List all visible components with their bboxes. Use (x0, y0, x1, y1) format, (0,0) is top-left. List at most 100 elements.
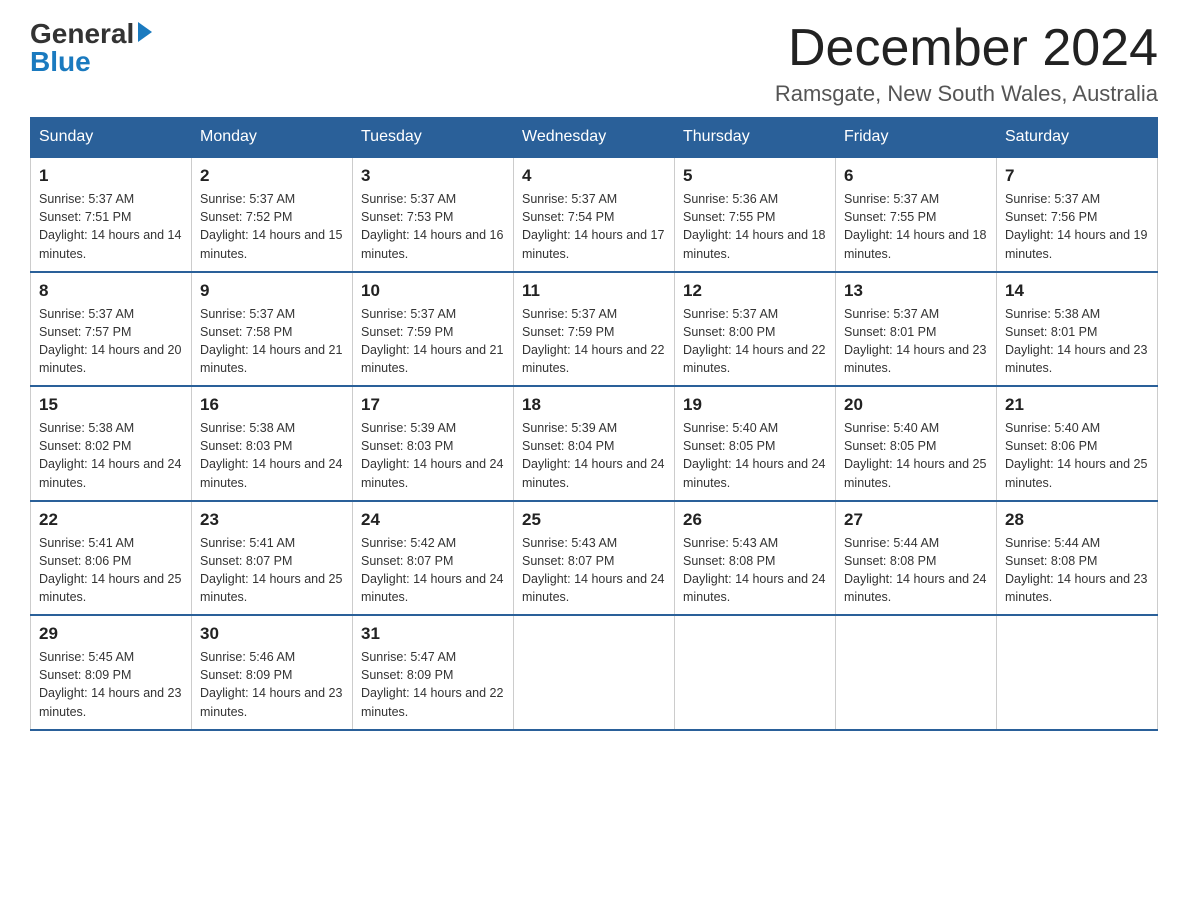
day-number: 8 (39, 281, 183, 301)
day-info: Sunrise: 5:37 AM Sunset: 8:00 PM Dayligh… (683, 305, 827, 378)
calendar: SundayMondayTuesdayWednesdayThursdayFrid… (30, 117, 1158, 731)
day-of-week-header: Sunday (31, 118, 192, 158)
day-number: 11 (522, 281, 666, 301)
logo: General Blue (30, 20, 152, 76)
day-info: Sunrise: 5:43 AM Sunset: 8:08 PM Dayligh… (683, 534, 827, 607)
calendar-header-row: SundayMondayTuesdayWednesdayThursdayFrid… (31, 118, 1158, 158)
calendar-cell: 28 Sunrise: 5:44 AM Sunset: 8:08 PM Dayl… (997, 501, 1158, 616)
day-info: Sunrise: 5:36 AM Sunset: 7:55 PM Dayligh… (683, 190, 827, 263)
calendar-cell: 29 Sunrise: 5:45 AM Sunset: 8:09 PM Dayl… (31, 615, 192, 730)
day-info: Sunrise: 5:37 AM Sunset: 7:57 PM Dayligh… (39, 305, 183, 378)
calendar-week-row: 15 Sunrise: 5:38 AM Sunset: 8:02 PM Dayl… (31, 386, 1158, 501)
calendar-cell: 15 Sunrise: 5:38 AM Sunset: 8:02 PM Dayl… (31, 386, 192, 501)
day-info: Sunrise: 5:42 AM Sunset: 8:07 PM Dayligh… (361, 534, 505, 607)
day-info: Sunrise: 5:44 AM Sunset: 8:08 PM Dayligh… (1005, 534, 1149, 607)
day-number: 26 (683, 510, 827, 530)
day-number: 10 (361, 281, 505, 301)
subtitle: Ramsgate, New South Wales, Australia (775, 81, 1158, 107)
calendar-cell: 10 Sunrise: 5:37 AM Sunset: 7:59 PM Dayl… (353, 272, 514, 387)
calendar-cell (836, 615, 997, 730)
calendar-cell: 16 Sunrise: 5:38 AM Sunset: 8:03 PM Dayl… (192, 386, 353, 501)
calendar-cell: 6 Sunrise: 5:37 AM Sunset: 7:55 PM Dayli… (836, 157, 997, 272)
day-number: 30 (200, 624, 344, 644)
day-info: Sunrise: 5:44 AM Sunset: 8:08 PM Dayligh… (844, 534, 988, 607)
calendar-cell: 17 Sunrise: 5:39 AM Sunset: 8:03 PM Dayl… (353, 386, 514, 501)
day-info: Sunrise: 5:39 AM Sunset: 8:03 PM Dayligh… (361, 419, 505, 492)
day-info: Sunrise: 5:37 AM Sunset: 8:01 PM Dayligh… (844, 305, 988, 378)
day-number: 16 (200, 395, 344, 415)
day-info: Sunrise: 5:47 AM Sunset: 8:09 PM Dayligh… (361, 648, 505, 721)
calendar-cell: 21 Sunrise: 5:40 AM Sunset: 8:06 PM Dayl… (997, 386, 1158, 501)
day-number: 2 (200, 166, 344, 186)
day-number: 4 (522, 166, 666, 186)
calendar-cell: 3 Sunrise: 5:37 AM Sunset: 7:53 PM Dayli… (353, 157, 514, 272)
day-number: 28 (1005, 510, 1149, 530)
title-section: December 2024 Ramsgate, New South Wales,… (775, 20, 1158, 107)
calendar-cell: 4 Sunrise: 5:37 AM Sunset: 7:54 PM Dayli… (514, 157, 675, 272)
day-info: Sunrise: 5:37 AM Sunset: 7:53 PM Dayligh… (361, 190, 505, 263)
day-info: Sunrise: 5:43 AM Sunset: 8:07 PM Dayligh… (522, 534, 666, 607)
day-number: 21 (1005, 395, 1149, 415)
calendar-cell: 24 Sunrise: 5:42 AM Sunset: 8:07 PM Dayl… (353, 501, 514, 616)
day-number: 15 (39, 395, 183, 415)
calendar-cell: 8 Sunrise: 5:37 AM Sunset: 7:57 PM Dayli… (31, 272, 192, 387)
calendar-cell: 5 Sunrise: 5:36 AM Sunset: 7:55 PM Dayli… (675, 157, 836, 272)
day-of-week-header: Tuesday (353, 118, 514, 158)
day-number: 18 (522, 395, 666, 415)
day-number: 27 (844, 510, 988, 530)
calendar-cell: 13 Sunrise: 5:37 AM Sunset: 8:01 PM Dayl… (836, 272, 997, 387)
logo-general: General (30, 20, 134, 48)
day-number: 31 (361, 624, 505, 644)
day-number: 23 (200, 510, 344, 530)
day-of-week-header: Wednesday (514, 118, 675, 158)
day-info: Sunrise: 5:37 AM Sunset: 7:52 PM Dayligh… (200, 190, 344, 263)
day-info: Sunrise: 5:38 AM Sunset: 8:01 PM Dayligh… (1005, 305, 1149, 378)
day-number: 24 (361, 510, 505, 530)
calendar-cell: 18 Sunrise: 5:39 AM Sunset: 8:04 PM Dayl… (514, 386, 675, 501)
day-info: Sunrise: 5:37 AM Sunset: 7:51 PM Dayligh… (39, 190, 183, 263)
day-number: 25 (522, 510, 666, 530)
day-number: 14 (1005, 281, 1149, 301)
day-info: Sunrise: 5:37 AM Sunset: 7:59 PM Dayligh… (361, 305, 505, 378)
day-number: 7 (1005, 166, 1149, 186)
calendar-week-row: 1 Sunrise: 5:37 AM Sunset: 7:51 PM Dayli… (31, 157, 1158, 272)
day-info: Sunrise: 5:37 AM Sunset: 7:58 PM Dayligh… (200, 305, 344, 378)
day-of-week-header: Monday (192, 118, 353, 158)
day-info: Sunrise: 5:46 AM Sunset: 8:09 PM Dayligh… (200, 648, 344, 721)
day-info: Sunrise: 5:37 AM Sunset: 7:59 PM Dayligh… (522, 305, 666, 378)
calendar-cell: 19 Sunrise: 5:40 AM Sunset: 8:05 PM Dayl… (675, 386, 836, 501)
calendar-cell: 2 Sunrise: 5:37 AM Sunset: 7:52 PM Dayli… (192, 157, 353, 272)
day-info: Sunrise: 5:37 AM Sunset: 7:54 PM Dayligh… (522, 190, 666, 263)
day-number: 3 (361, 166, 505, 186)
calendar-cell: 25 Sunrise: 5:43 AM Sunset: 8:07 PM Dayl… (514, 501, 675, 616)
logo-blue: Blue (30, 48, 91, 76)
day-info: Sunrise: 5:40 AM Sunset: 8:06 PM Dayligh… (1005, 419, 1149, 492)
logo-arrow-icon (138, 22, 152, 42)
calendar-cell (997, 615, 1158, 730)
day-number: 29 (39, 624, 183, 644)
day-number: 19 (683, 395, 827, 415)
day-of-week-header: Saturday (997, 118, 1158, 158)
calendar-cell: 11 Sunrise: 5:37 AM Sunset: 7:59 PM Dayl… (514, 272, 675, 387)
calendar-cell: 12 Sunrise: 5:37 AM Sunset: 8:00 PM Dayl… (675, 272, 836, 387)
day-number: 5 (683, 166, 827, 186)
calendar-cell: 27 Sunrise: 5:44 AM Sunset: 8:08 PM Dayl… (836, 501, 997, 616)
calendar-cell: 1 Sunrise: 5:37 AM Sunset: 7:51 PM Dayli… (31, 157, 192, 272)
day-number: 1 (39, 166, 183, 186)
day-info: Sunrise: 5:39 AM Sunset: 8:04 PM Dayligh… (522, 419, 666, 492)
calendar-week-row: 8 Sunrise: 5:37 AM Sunset: 7:57 PM Dayli… (31, 272, 1158, 387)
calendar-cell: 14 Sunrise: 5:38 AM Sunset: 8:01 PM Dayl… (997, 272, 1158, 387)
day-number: 22 (39, 510, 183, 530)
day-info: Sunrise: 5:41 AM Sunset: 8:07 PM Dayligh… (200, 534, 344, 607)
calendar-cell (514, 615, 675, 730)
day-number: 13 (844, 281, 988, 301)
day-info: Sunrise: 5:38 AM Sunset: 8:02 PM Dayligh… (39, 419, 183, 492)
day-info: Sunrise: 5:37 AM Sunset: 7:55 PM Dayligh… (844, 190, 988, 263)
day-info: Sunrise: 5:37 AM Sunset: 7:56 PM Dayligh… (1005, 190, 1149, 263)
day-info: Sunrise: 5:38 AM Sunset: 8:03 PM Dayligh… (200, 419, 344, 492)
calendar-cell: 22 Sunrise: 5:41 AM Sunset: 8:06 PM Dayl… (31, 501, 192, 616)
day-number: 17 (361, 395, 505, 415)
calendar-cell: 26 Sunrise: 5:43 AM Sunset: 8:08 PM Dayl… (675, 501, 836, 616)
calendar-cell: 30 Sunrise: 5:46 AM Sunset: 8:09 PM Dayl… (192, 615, 353, 730)
day-info: Sunrise: 5:40 AM Sunset: 8:05 PM Dayligh… (683, 419, 827, 492)
